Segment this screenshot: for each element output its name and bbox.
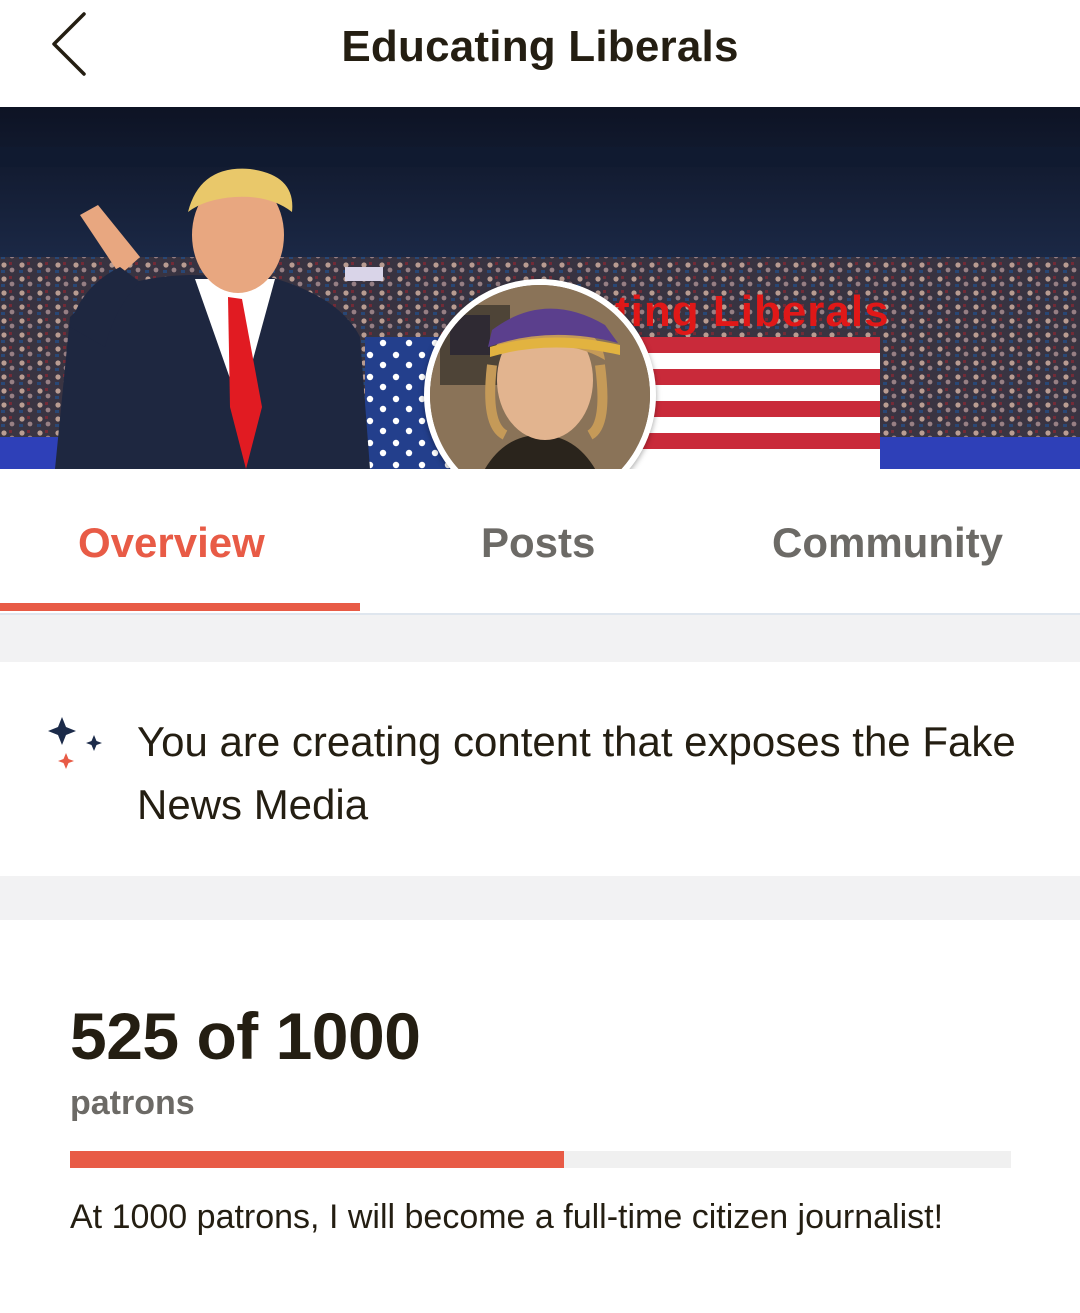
- tab-community[interactable]: Community: [772, 519, 1003, 567]
- goal-count: 525 of 1000: [70, 999, 421, 1073]
- tab-bar: Overview Posts Community: [0, 469, 1080, 615]
- section-divider: [0, 615, 1080, 662]
- page-title: Educating Liberals: [341, 22, 739, 71]
- goal-progress-bar: [70, 1151, 1011, 1168]
- tab-posts[interactable]: Posts: [481, 519, 595, 567]
- section-divider: [0, 876, 1080, 920]
- cover-banner: ting Liberals: [0, 107, 1080, 469]
- goal-progress-fill: [70, 1151, 565, 1168]
- banner-caption: ting Liberals: [615, 287, 890, 336]
- top-bar: Educating Liberals: [0, 0, 1080, 107]
- active-tab-indicator: [0, 603, 360, 611]
- goal-unit: patrons: [70, 1084, 195, 1122]
- tab-overview[interactable]: Overview: [78, 519, 265, 567]
- avatar-image: [430, 285, 650, 469]
- goal-description: At 1000 patrons, I will become a full-ti…: [70, 1198, 944, 1236]
- sparkle-icon: [48, 717, 102, 769]
- about-text: You are creating content that exposes th…: [137, 718, 1016, 828]
